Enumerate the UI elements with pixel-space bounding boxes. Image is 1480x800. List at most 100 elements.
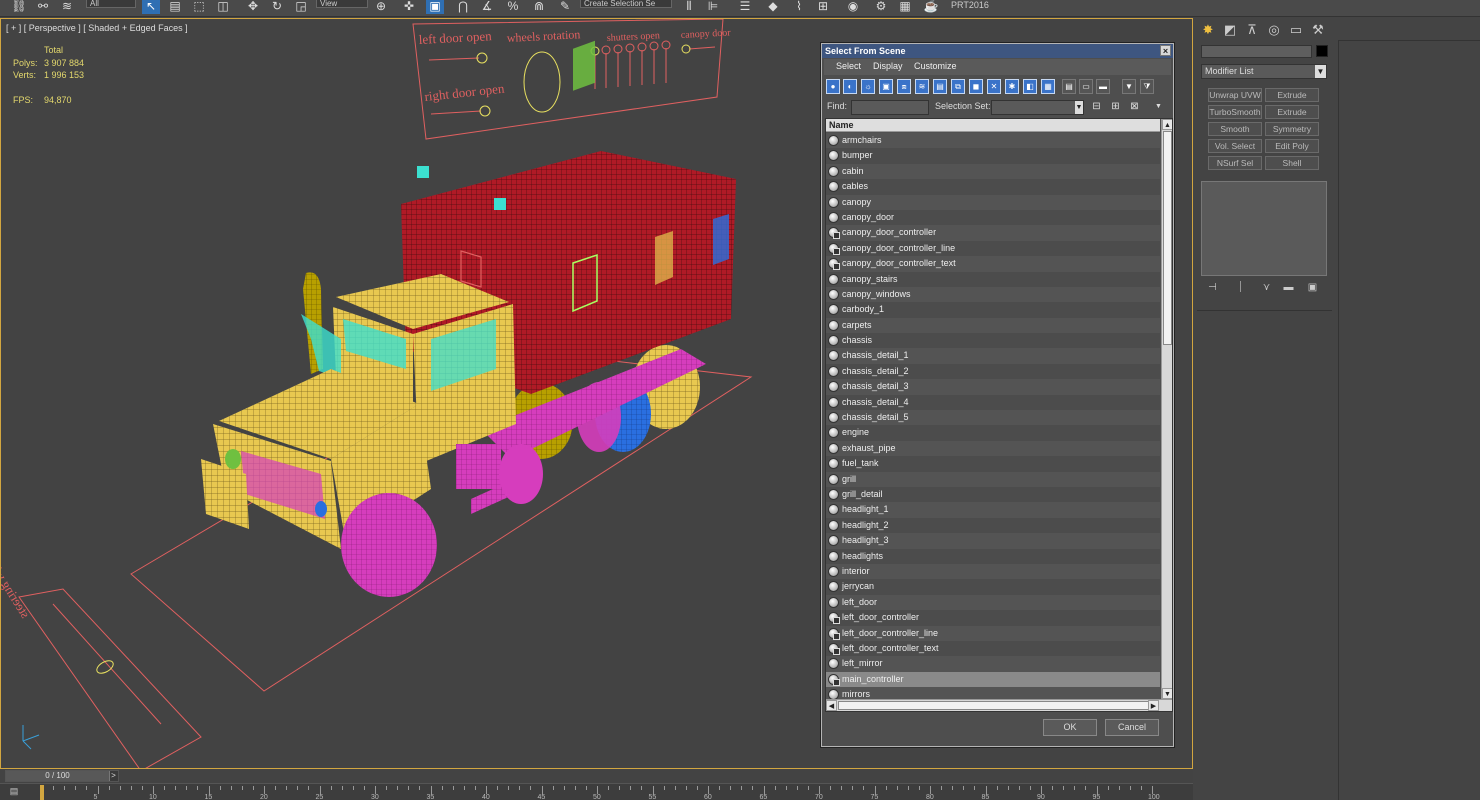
- selection-region-icon[interactable]: ⬚: [190, 0, 208, 14]
- modifier-list-dropdown[interactable]: Modifier List ▼: [1201, 64, 1327, 79]
- select-by-name-icon[interactable]: ▤: [166, 0, 184, 14]
- nsurf-sel-button[interactable]: NSurf Sel: [1208, 156, 1262, 170]
- list-item[interactable]: left_door_controller: [826, 610, 1160, 626]
- pin-stack-icon[interactable]: ⊣: [1205, 282, 1220, 294]
- render-production-icon[interactable]: ☕: [922, 0, 940, 14]
- list-item[interactable]: armchairs: [826, 133, 1160, 149]
- select-invert-icon[interactable]: ▬: [1096, 79, 1110, 94]
- list-item[interactable]: headlights: [826, 548, 1160, 564]
- window-crossing-icon[interactable]: ◫: [214, 0, 232, 14]
- rendered-frame-window-icon[interactable]: ▦: [896, 0, 914, 14]
- list-item[interactable]: canopy_door_controller_line: [826, 240, 1160, 257]
- list-item[interactable]: carbody_1: [826, 302, 1160, 318]
- display-all-icon[interactable]: ▦: [1041, 79, 1055, 94]
- graphite-tools-icon[interactable]: ◆: [764, 0, 782, 14]
- list-item[interactable]: chassis_detail_4: [826, 394, 1160, 411]
- truck-model[interactable]: [201, 40, 736, 597]
- list-item[interactable]: headlight_3: [826, 533, 1160, 549]
- cancel-button[interactable]: Cancel: [1105, 719, 1159, 736]
- controls-annotation-panel[interactable]: left door open wheels rotation shutters …: [412, 19, 731, 140]
- selection-filter-combo[interactable]: All: [86, 0, 136, 8]
- selection-set-combo[interactable]: ▼: [991, 100, 1084, 115]
- list-item[interactable]: chassis_detail_3: [826, 379, 1160, 395]
- reference-coordinate-combo[interactable]: View: [316, 0, 368, 8]
- curve-editor-icon[interactable]: ⌇: [790, 0, 808, 14]
- find-input[interactable]: [851, 100, 929, 115]
- list-item[interactable]: bumper: [826, 148, 1160, 164]
- manage-selection-sets-icon[interactable]: ⊟: [1090, 100, 1103, 114]
- link-icon[interactable]: ⛓: [10, 0, 28, 14]
- edit-named-selection-icon[interactable]: ✎: [556, 0, 574, 14]
- display-spacewarps-icon[interactable]: ≋: [915, 79, 929, 94]
- select-manipulate-icon[interactable]: ✜: [400, 0, 418, 14]
- list-item[interactable]: grill: [826, 471, 1160, 487]
- list-item[interactable]: canopy_door_controller: [826, 225, 1160, 241]
- object-color-swatch[interactable]: [1316, 45, 1328, 57]
- list-item[interactable]: left_door: [826, 594, 1160, 611]
- display-bones-icon[interactable]: ◼: [969, 79, 983, 94]
- track-bar[interactable]: ▤ 5 10 15 20 25 30 35 40 45 50 55 60 65 70 75 80 85 90 95 1…: [0, 783, 1193, 800]
- make-unique-icon[interactable]: ⋎: [1259, 282, 1274, 294]
- list-item[interactable]: carpets: [826, 317, 1160, 334]
- scroll-up-icon[interactable]: ▲: [1162, 119, 1172, 130]
- horizontal-scrollbar[interactable]: ◀ ▶: [826, 699, 1172, 711]
- extrude-button[interactable]: Extrude: [1265, 88, 1319, 102]
- list-item[interactable]: left_door_controller_text: [826, 640, 1160, 657]
- menu-display[interactable]: Display: [873, 61, 903, 71]
- display-xrefs-icon[interactable]: ⧉: [951, 79, 965, 94]
- list-item[interactable]: chassis_detail_2: [826, 363, 1160, 380]
- wheels-rotation-controller[interactable]: [523, 51, 561, 113]
- edit-poly-button[interactable]: Edit Poly: [1265, 139, 1319, 153]
- list-item[interactable]: chassis_detail_1: [826, 348, 1160, 364]
- render-setup-icon[interactable]: ⚙: [872, 0, 890, 14]
- motion-tab-icon[interactable]: ◎: [1265, 22, 1283, 38]
- list-item[interactable]: cabin: [826, 163, 1160, 180]
- filter-icon[interactable]: ▼: [1122, 79, 1136, 94]
- dialog-title-bar[interactable]: Select From Scene ×: [822, 44, 1173, 58]
- scroll-left-icon[interactable]: ◀: [826, 700, 837, 711]
- canopy-door-controller-knob[interactable]: [681, 44, 691, 54]
- schematic-view-icon[interactable]: ⊞: [814, 0, 832, 14]
- vol-select-button[interactable]: Vol. Select: [1208, 139, 1262, 153]
- extrude-button-2[interactable]: Extrude: [1265, 105, 1319, 119]
- list-item[interactable]: chassis: [826, 333, 1160, 349]
- scroll-down-icon[interactable]: ▼: [1162, 688, 1172, 699]
- symmetry-button[interactable]: Symmetry: [1265, 122, 1319, 136]
- move-icon[interactable]: ✥: [244, 0, 262, 14]
- material-editor-icon[interactable]: ◉: [844, 0, 862, 14]
- display-geometry-icon[interactable]: ●: [826, 79, 840, 94]
- bind-spacewarp-icon[interactable]: ≋: [58, 0, 76, 14]
- layer-manager-icon[interactable]: ☰: [736, 0, 754, 14]
- name-column-header[interactable]: Name: [826, 119, 1160, 132]
- object-name-field[interactable]: [1201, 45, 1312, 58]
- close-icon[interactable]: ×: [1160, 45, 1171, 56]
- display-hidden-icon[interactable]: ◧: [1023, 79, 1037, 94]
- time-slider[interactable]: 0 / 100 >: [5, 770, 119, 782]
- display-helpers-icon[interactable]: ⧈: [897, 79, 911, 94]
- scroll-thumb[interactable]: [1163, 131, 1172, 345]
- list-item[interactable]: left_mirror: [826, 656, 1160, 672]
- percent-snap-icon[interactable]: %: [504, 0, 522, 14]
- modify-tab-icon[interactable]: ◩: [1221, 22, 1239, 38]
- select-object-icon[interactable]: ↖: [142, 0, 160, 14]
- display-shapes-icon[interactable]: ◐: [843, 79, 857, 94]
- display-containers-icon[interactable]: ✕: [987, 79, 1001, 94]
- display-lights-icon[interactable]: ☼: [861, 79, 875, 94]
- configure-sets-icon[interactable]: ▣: [1305, 282, 1320, 294]
- create-tab-icon[interactable]: ✸: [1199, 22, 1217, 38]
- menu-customize[interactable]: Customize: [914, 61, 957, 71]
- mirror-icon[interactable]: ⫴: [680, 0, 698, 14]
- select-none-icon[interactable]: ▭: [1079, 79, 1093, 94]
- shell-button[interactable]: Shell: [1265, 156, 1319, 170]
- list-item[interactable]: exhaust_pipe: [826, 440, 1160, 457]
- list-item[interactable]: fuel_tank: [826, 456, 1160, 472]
- list-item[interactable]: canopy_door: [826, 209, 1160, 226]
- hscroll-thumb[interactable]: [838, 701, 1158, 710]
- list-item[interactable]: jerrycan: [826, 579, 1160, 595]
- time-slider-thumb[interactable]: 0 / 100: [6, 771, 110, 781]
- list-item[interactable]: left_door_controller_line: [826, 625, 1160, 641]
- current-frame-marker[interactable]: [40, 785, 44, 800]
- right-door-controller-knob[interactable]: [479, 105, 491, 117]
- list-item[interactable]: interior: [826, 563, 1160, 580]
- rotate-icon[interactable]: ↻: [268, 0, 286, 14]
